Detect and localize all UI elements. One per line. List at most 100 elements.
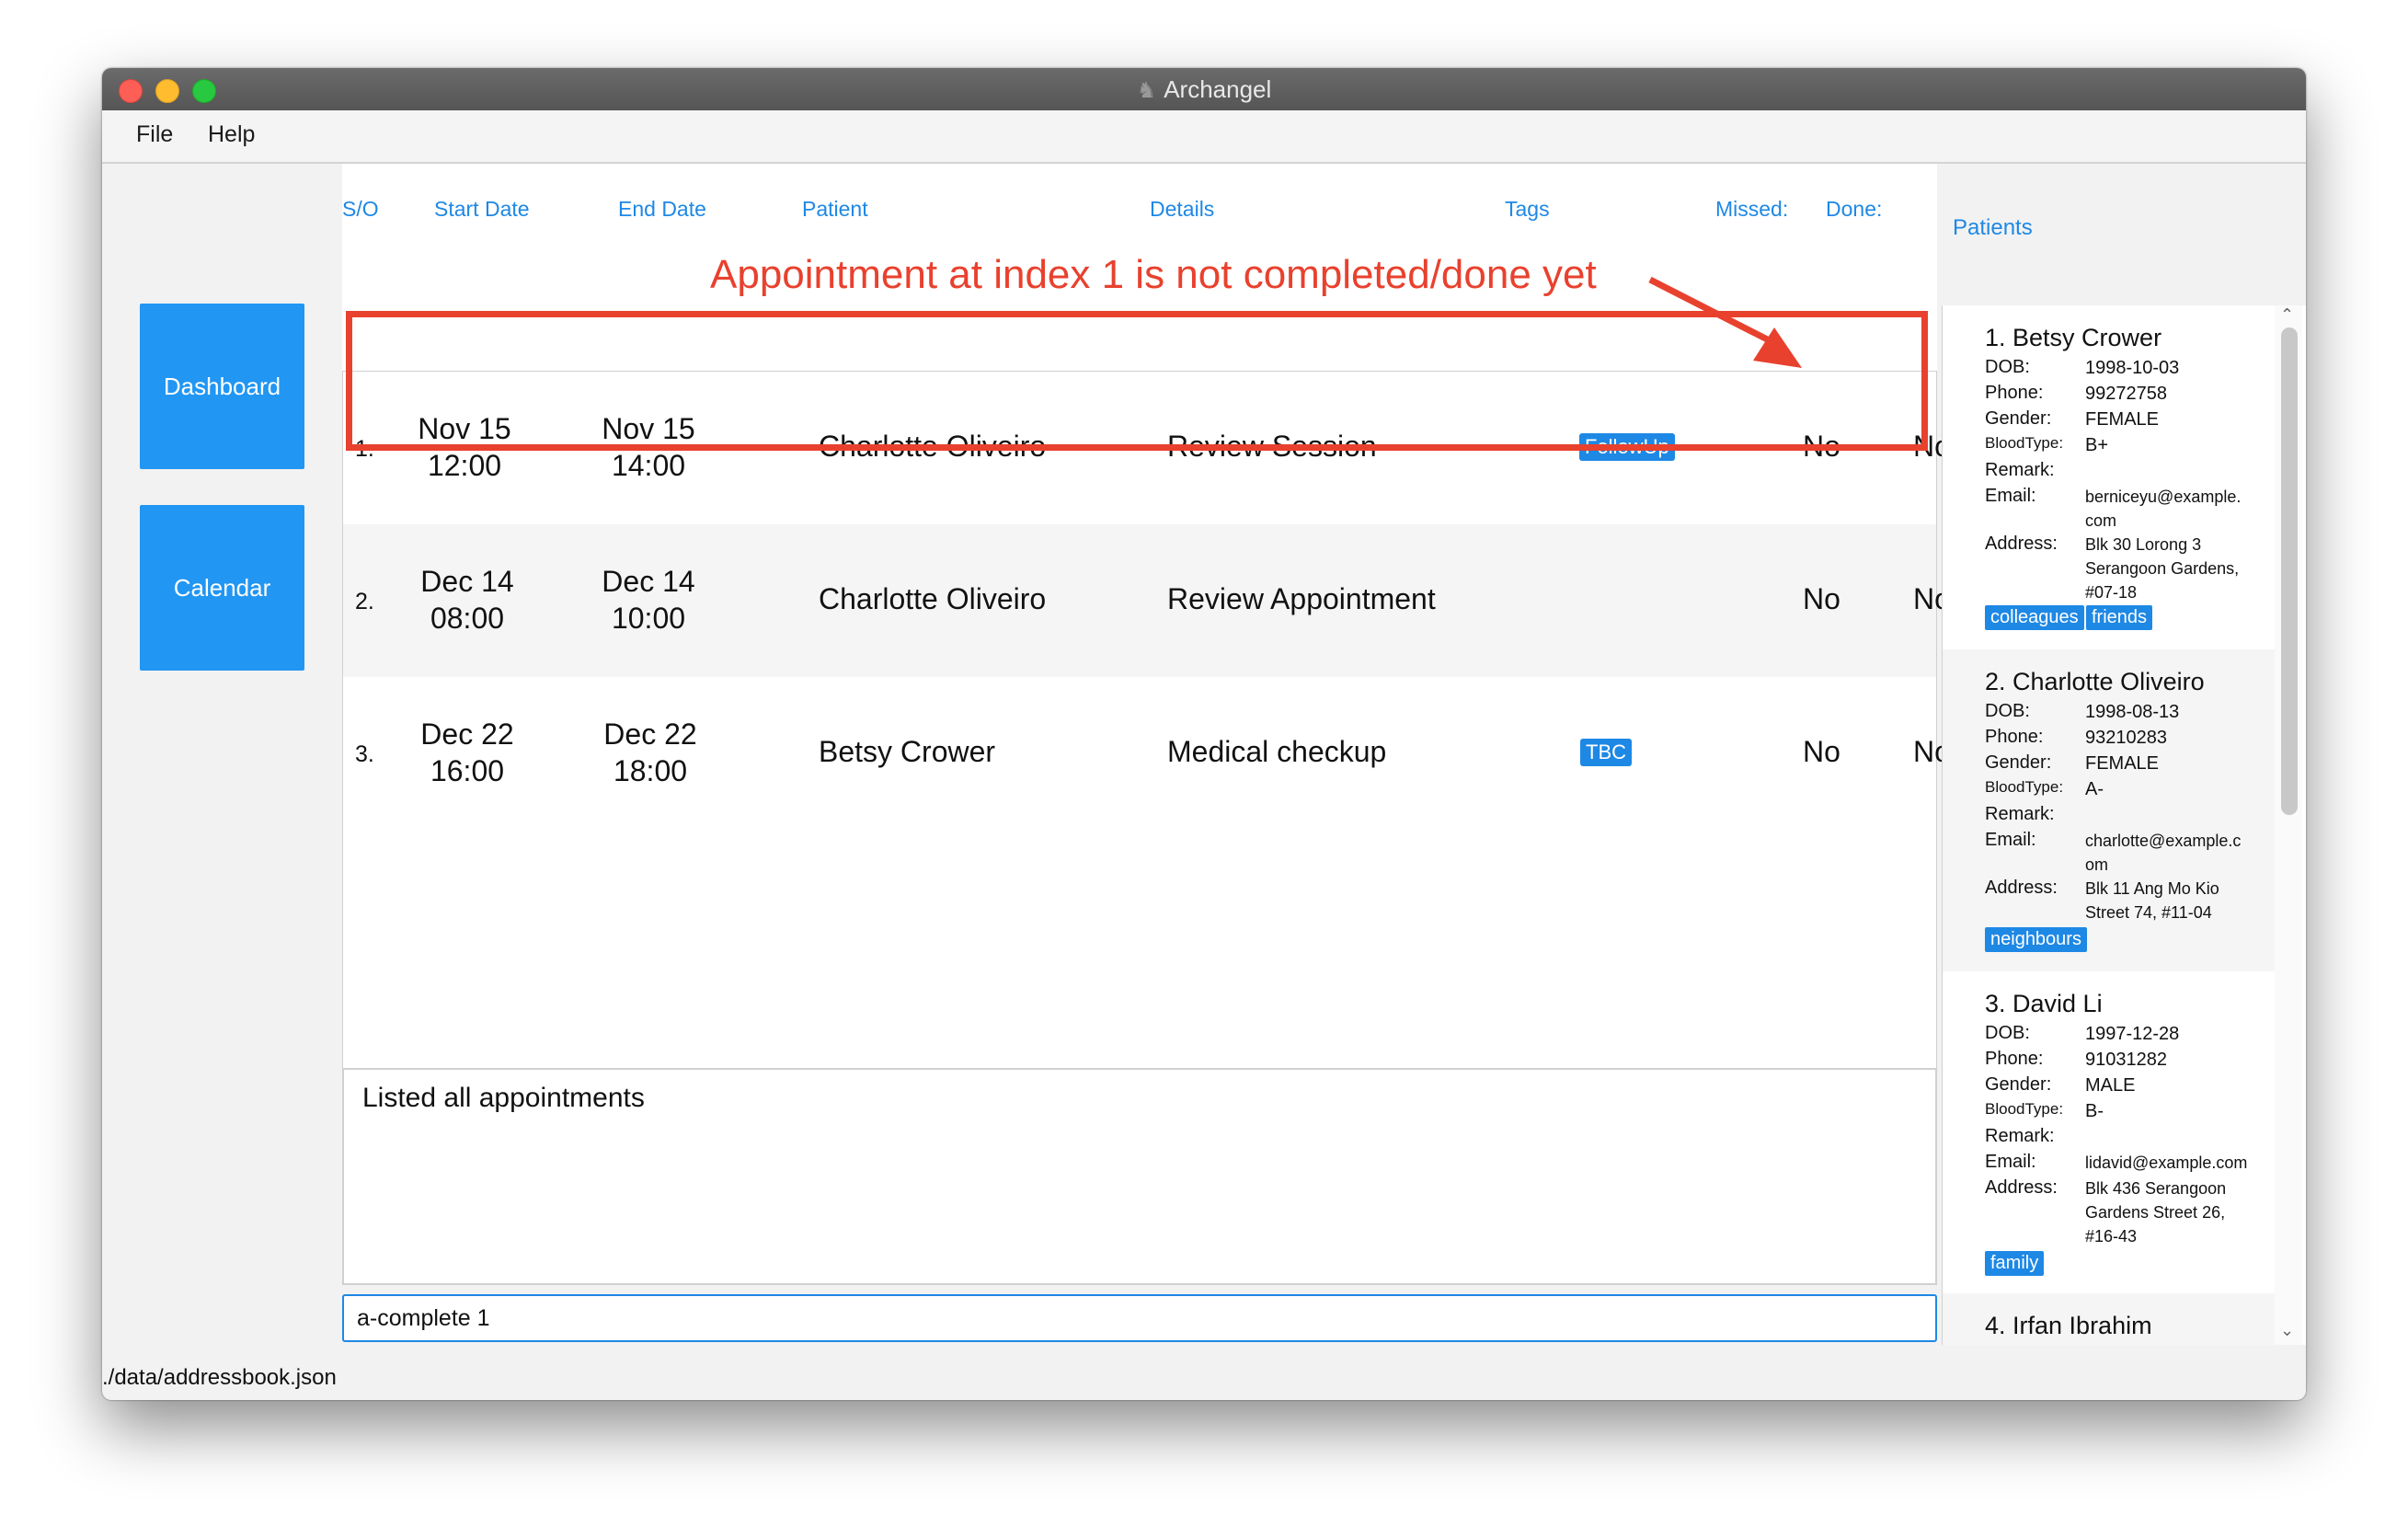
- remark-label: Remark:: [1985, 804, 2055, 824]
- end-time: 14:00: [611, 449, 686, 482]
- appointment-missed: No: [1803, 582, 1840, 615]
- patient-tag: neighbours: [1985, 927, 2087, 952]
- dob-value: 1998-08-13: [2085, 702, 2180, 722]
- appointment-index: 2.: [355, 589, 374, 614]
- appointment-row[interactable]: 1. Nov 15 12:00 Nov 15 14:00 Charlotte O…: [343, 372, 1951, 524]
- title-bar: ♞ Archangel: [102, 68, 2306, 111]
- status-bar-filepath: ./data/addressbook.json: [102, 1365, 337, 1390]
- app-icon: ♞: [1136, 78, 1157, 103]
- appointment-details: Review Session: [1167, 430, 1377, 463]
- command-input[interactable]: [342, 1294, 1937, 1342]
- phone-label: Phone:: [1985, 1049, 2044, 1069]
- annotation-text: Appointment at index 1 is not completed/…: [710, 252, 1597, 297]
- window-title-text: Archangel: [1164, 75, 1272, 103]
- column-header-missed: Missed:: [1715, 197, 1789, 221]
- bloodtype-value: B-: [2085, 1101, 2104, 1121]
- end-date: Dec 14: [602, 565, 695, 598]
- email-value-line-1: berniceyu@example.: [2085, 488, 2242, 506]
- gender-value: FEMALE: [2085, 409, 2160, 430]
- address-value-line-2: Street 74, #11-04: [2085, 903, 2212, 922]
- email-value-line-2: om: [2085, 855, 2109, 874]
- patient-card[interactable]: 3. David Li DOB: 1997-12-28 Phone: 91031…: [1943, 971, 2276, 1293]
- bloodtype-value: B+: [2085, 435, 2109, 455]
- appointment-index: 3.: [355, 741, 374, 767]
- menu-bar: File Help: [102, 110, 2306, 164]
- gender-label: Gender:: [1985, 408, 2052, 429]
- patient-name: 3. David Li: [1985, 990, 2103, 1017]
- appointment-tag: FollowUp: [1579, 433, 1675, 461]
- gender-label: Gender:: [1985, 752, 2052, 773]
- patient-tag: friends: [2086, 605, 2153, 630]
- address-value-line-1: Blk 436 Serangoon: [2085, 1179, 2227, 1198]
- column-header-details: Details: [1150, 197, 1215, 221]
- appointment-patient: Charlotte Oliveiro: [819, 582, 1047, 615]
- window-title: ♞ Archangel: [102, 75, 2306, 104]
- end-time: 18:00: [613, 754, 688, 787]
- app-window: ♞ Archangel File Help Dashboard Calendar …: [102, 68, 2306, 1400]
- appointment-patient: Charlotte Oliveiro: [819, 430, 1047, 463]
- menu-file[interactable]: File: [136, 121, 173, 148]
- column-header-end-date: End Date: [618, 197, 706, 221]
- start-time: 16:00: [430, 754, 505, 787]
- phone-value: 91031282: [2085, 1050, 2167, 1070]
- patient-list[interactable]: 1. Betsy Crower DOB: 1998-10-03 Phone: 9…: [1942, 305, 2306, 1345]
- appointment-row[interactable]: 3. Dec 22 16:00 Dec 22 18:00 Betsy Crowe…: [343, 677, 1951, 830]
- end-date: Dec 22: [603, 717, 697, 751]
- column-header-start-date: Start Date: [434, 197, 530, 221]
- address-label: Address:: [1985, 534, 2058, 554]
- chevron-up-icon[interactable]: ⌃: [2280, 305, 2294, 325]
- patient-list-scroll-thumb[interactable]: [2281, 327, 2298, 815]
- email-label: Email:: [1985, 486, 2036, 506]
- appointment-missed: No: [1803, 735, 1840, 768]
- phone-value: 93210283: [2085, 728, 2167, 748]
- appointment-tag: TBC: [1580, 739, 1632, 766]
- bloodtype-label: BloodType:: [1985, 778, 2064, 796]
- patient-card[interactable]: 2. Charlotte Oliveiro DOB: 1998-08-13 Ph…: [1943, 649, 2276, 971]
- appointment-patient: Betsy Crower: [819, 735, 996, 768]
- remark-label: Remark:: [1985, 1126, 2055, 1146]
- gender-label: Gender:: [1985, 1074, 2052, 1095]
- bloodtype-value: A-: [2085, 779, 2104, 799]
- appointment-index: 1.: [355, 436, 374, 462]
- calendar-button[interactable]: Calendar: [140, 505, 304, 671]
- patient-tag: family: [1985, 1251, 2045, 1276]
- end-date: Nov 15: [602, 412, 695, 445]
- appointment-missed: No: [1803, 430, 1840, 463]
- patient-card[interactable]: 4. Irfan Ibrahim: [1943, 1293, 2276, 1345]
- email-value-line-2: com: [2085, 511, 2117, 530]
- email-label: Email:: [1985, 830, 2036, 850]
- gender-value: MALE: [2085, 1075, 2136, 1096]
- address-value-line-2: Serangoon Gardens,: [2085, 559, 2240, 578]
- patient-card[interactable]: 1. Betsy Crower DOB: 1998-10-03 Phone: 9…: [1943, 305, 2276, 649]
- email-value-line-1: charlotte@example.c: [2085, 832, 2242, 850]
- gender-value: FEMALE: [2085, 753, 2160, 774]
- address-value-line-3: #16-43: [2085, 1227, 2138, 1245]
- address-value-line-1: Blk 30 Lorong 3: [2085, 535, 2202, 554]
- dob-label: DOB:: [1985, 357, 2030, 377]
- patient-name: 2. Charlotte Oliveiro: [1985, 668, 2205, 695]
- column-header-tags: Tags: [1505, 197, 1550, 221]
- patient-name: 1. Betsy Crower: [1985, 324, 2162, 351]
- start-date: Dec 14: [420, 565, 514, 598]
- appointment-start: Dec 22 16:00: [394, 716, 541, 789]
- result-display: Listed all appointments: [342, 1068, 1937, 1285]
- appointment-details: Review Appointment: [1167, 582, 1436, 615]
- address-value-line-1: Blk 11 Ang Mo Kio: [2085, 879, 2219, 898]
- appointment-list[interactable]: 1. Nov 15 12:00 Nov 15 14:00 Charlotte O…: [342, 371, 1951, 1127]
- chevron-down-icon[interactable]: ⌄: [2280, 1321, 2294, 1340]
- appointment-end: Nov 15 14:00: [575, 410, 722, 484]
- menu-help[interactable]: Help: [208, 121, 255, 148]
- patient-name: 4. Irfan Ibrahim: [1985, 1312, 2152, 1339]
- dashboard-button[interactable]: Dashboard: [140, 304, 304, 469]
- address-value-line-3: #07-18: [2085, 583, 2138, 602]
- appointment-row[interactable]: 2. Dec 14 08:00 Dec 14 10:00 Charlotte O…: [343, 524, 1951, 677]
- email-value-line-1: lidavid@example.com: [2085, 1154, 2248, 1172]
- phone-value: 99272758: [2085, 384, 2167, 404]
- phone-label: Phone:: [1985, 727, 2044, 747]
- column-header-done: Done:: [1826, 197, 1883, 221]
- patients-panel-title: Patients: [1953, 215, 2033, 240]
- bloodtype-label: BloodType:: [1985, 434, 2064, 452]
- dob-value: 1997-12-28: [2085, 1024, 2180, 1044]
- column-header-patient: Patient: [802, 197, 868, 221]
- bloodtype-label: BloodType:: [1985, 1100, 2064, 1118]
